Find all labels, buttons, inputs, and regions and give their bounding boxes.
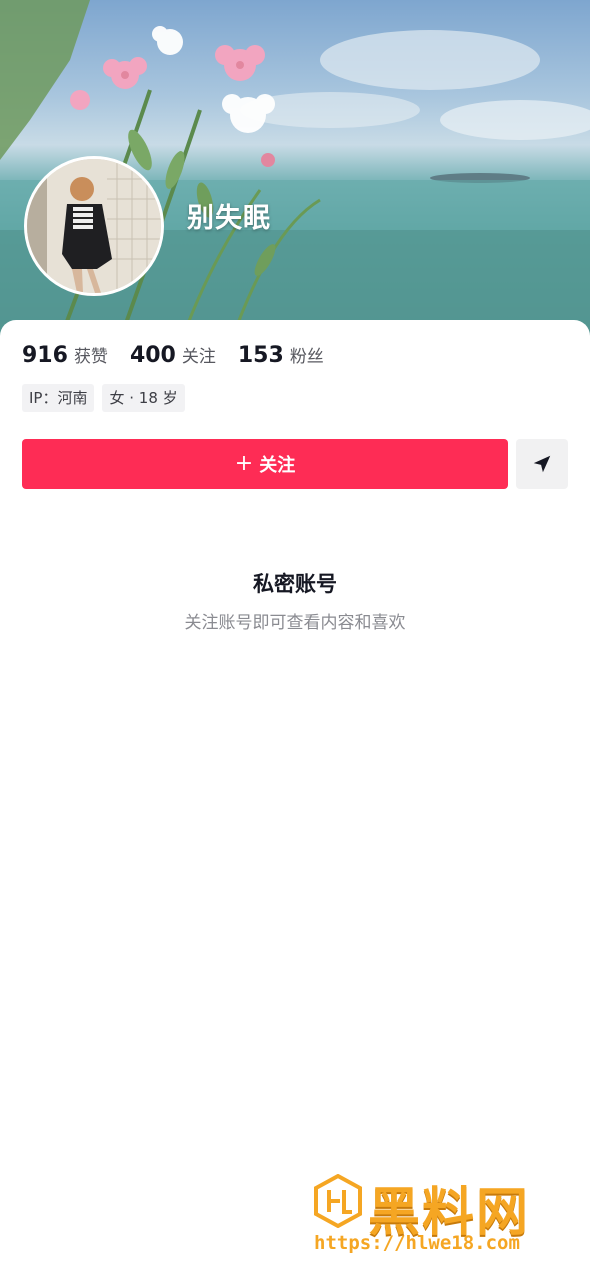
send-message-button[interactable] [516, 439, 568, 489]
stat-following-label: 关注 [181, 347, 216, 367]
stat-followers-label: 粉丝 [289, 347, 324, 367]
tag-gender-age: 女 · 18 岁 [102, 384, 185, 412]
profile-card: 916 获赞 400 关注 153 粉丝 IP：河南 女 · 18 岁 + 关注… [0, 320, 590, 1280]
private-account-title: 私密账号 [253, 572, 337, 596]
private-account-subtitle: 关注账号即可查看内容和喜欢 [184, 613, 406, 633]
stat-following-value: 400 [129, 343, 176, 368]
avatar[interactable] [24, 156, 164, 296]
stat-followers-value: 153 [237, 343, 284, 368]
stat-following[interactable]: 400 关注 [130, 342, 216, 368]
watermark: 黑料网 https://hlwe18.com [312, 1172, 572, 1262]
follow-button[interactable]: + 关注 [22, 439, 508, 489]
stat-followers[interactable]: 153 粉丝 [238, 342, 324, 368]
avatar-photo [27, 159, 161, 293]
follow-button-label: 关注 [259, 455, 296, 476]
profile-banner: 别失眠 [0, 0, 590, 345]
watermark-logo-icon [314, 1174, 362, 1228]
stat-likes-label: 获赞 [73, 347, 108, 367]
profile-tags: IP：河南 女 · 18 岁 [22, 384, 185, 412]
send-icon [533, 455, 551, 473]
profile-nickname: 别失眠 [187, 203, 271, 234]
plus-icon: + [234, 451, 254, 476]
tag-ip-location: IP：河南 [22, 384, 95, 412]
watermark-url: https://hlwe18.com [314, 1232, 520, 1254]
stat-likes[interactable]: 916 获赞 [22, 342, 108, 368]
stats-row: 916 获赞 400 关注 153 粉丝 [22, 342, 324, 368]
stat-likes-value: 916 [22, 343, 68, 368]
